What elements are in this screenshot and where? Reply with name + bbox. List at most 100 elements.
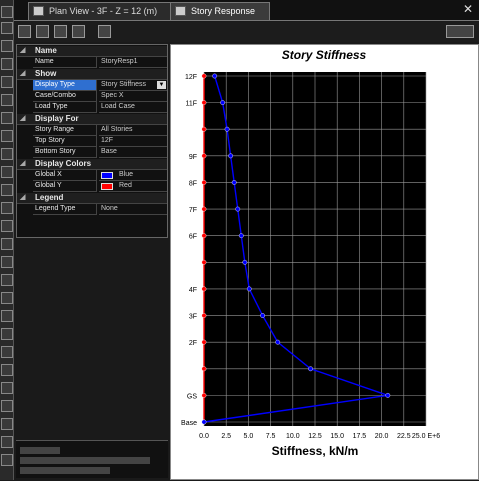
prop-key: Case/Combo xyxy=(33,91,97,102)
tab-plan-view-label: Plan View - 3F - Z = 12 (m) xyxy=(49,6,158,16)
draw-strip-icon[interactable] xyxy=(1,310,13,322)
collapse-icon[interactable]: ◢ xyxy=(20,193,25,203)
draw-developed-elevation-icon[interactable] xyxy=(1,328,13,340)
category-name-label: Name xyxy=(35,46,57,55)
data-point xyxy=(385,392,391,398)
story-tick-label: 9F xyxy=(189,154,197,161)
prop-row-legend-type[interactable]: Legend Type None xyxy=(17,204,167,215)
collapse-icon[interactable]: ◢ xyxy=(20,114,25,124)
category-legend[interactable]: ◢ Legend xyxy=(17,193,167,204)
print-icon[interactable] xyxy=(36,25,49,38)
options-icon[interactable] xyxy=(446,25,474,38)
export-icon[interactable] xyxy=(98,25,111,38)
reshape-tool-icon[interactable] xyxy=(1,22,13,34)
x-tick-label: 2.5 xyxy=(221,433,231,440)
prop-key: Display Type xyxy=(33,80,97,91)
story-response-icon xyxy=(175,6,186,16)
category-display-colors[interactable]: ◢ Display Colors xyxy=(17,159,167,170)
category-display-for-label: Display For xyxy=(35,114,79,123)
prop-value[interactable]: None xyxy=(99,204,167,215)
draw-line-icon[interactable] xyxy=(1,382,13,394)
draw-quick-icon[interactable] xyxy=(1,400,13,412)
prop-value[interactable]: StoryResp1 xyxy=(99,57,167,68)
global-y-color-picker[interactable]: Red xyxy=(99,181,167,192)
data-point xyxy=(235,206,241,212)
category-name[interactable]: ◢ Name xyxy=(17,46,167,57)
tab-strip: Plan View - 3F - Z = 12 (m) Story Respon… xyxy=(14,0,479,21)
pointer-tool-icon[interactable] xyxy=(1,6,13,18)
display-type-dropdown[interactable]: Story Stiffness ▼ xyxy=(99,80,167,91)
description-title xyxy=(20,447,60,454)
collapse-icon[interactable]: ◢ xyxy=(20,159,25,169)
data-point xyxy=(201,259,207,265)
dropdown-value: Story Stiffness xyxy=(101,81,147,88)
prop-value[interactable]: 12F xyxy=(99,136,167,147)
draw-slab-icon[interactable] xyxy=(1,148,13,160)
draw-column-icon[interactable] xyxy=(1,112,13,124)
story-stiffness-chart: Story Stiffness Stiffness, kN/m Base GS 2F… xyxy=(171,45,478,479)
category-show-label: Show xyxy=(35,69,57,78)
collapse-icon[interactable]: ◢ xyxy=(20,69,25,79)
global-x-color-picker[interactable]: Blue xyxy=(99,170,167,181)
x-axis-title: Stiffness, kN/m xyxy=(272,444,359,458)
draw-tendon-icon[interactable] xyxy=(1,292,13,304)
draw-section-cut-icon[interactable] xyxy=(1,274,13,286)
draw-support-icon[interactable] xyxy=(1,220,13,232)
table-icon[interactable] xyxy=(72,25,85,38)
draw-reference-point-icon[interactable] xyxy=(1,346,13,358)
save-icon[interactable] xyxy=(18,25,31,38)
prop-row-display-type[interactable]: Display Type Story Stiffness ▼ xyxy=(17,80,167,91)
tab-story-response[interactable]: Story Response xyxy=(170,2,270,20)
prop-key: Legend Type xyxy=(33,204,97,215)
prop-key: Global X xyxy=(33,170,97,181)
prop-value[interactable]: All Stories xyxy=(99,125,167,136)
prop-row-load-type[interactable]: Load Type Load Case xyxy=(17,102,167,113)
chevron-down-icon[interactable]: ▼ xyxy=(157,81,166,89)
category-display-for[interactable]: ◢ Display For xyxy=(17,114,167,125)
description-line xyxy=(20,457,150,464)
draw-grid-icon[interactable] xyxy=(1,256,13,268)
draw-area-icon[interactable] xyxy=(1,184,13,196)
data-point xyxy=(201,153,207,159)
collapse-icon[interactable]: ◢ xyxy=(20,46,25,56)
chart-title: Story Stiffness xyxy=(282,48,367,62)
close-icon[interactable]: ✕ xyxy=(463,2,473,16)
prop-row-top-story[interactable]: Top Story 12F xyxy=(17,136,167,147)
draw-brace-icon[interactable] xyxy=(1,76,13,88)
prop-row-name[interactable]: Name StoryResp1 xyxy=(17,57,167,68)
snap-icon[interactable] xyxy=(1,436,13,448)
prop-row-global-x[interactable]: Global X Blue xyxy=(17,170,167,181)
data-point xyxy=(201,366,207,372)
tab-plan-view[interactable]: Plan View - 3F - Z = 12 (m) xyxy=(28,2,182,20)
prop-row-story-range[interactable]: Story Range All Stories xyxy=(17,125,167,136)
draw-frame-icon[interactable] xyxy=(1,58,13,70)
prop-value[interactable]: Spec X xyxy=(99,91,167,102)
draw-point-icon[interactable] xyxy=(1,40,13,52)
draw-wall-icon[interactable] xyxy=(1,130,13,142)
prop-value[interactable]: Base xyxy=(99,147,167,158)
category-show[interactable]: ◢ Show xyxy=(17,69,167,80)
x-tick-label: 5.0 xyxy=(244,433,254,440)
select-all-icon[interactable] xyxy=(1,418,13,430)
description-line xyxy=(20,467,110,474)
x-tick-label: 12.5 xyxy=(308,433,322,440)
draw-dimension-icon[interactable] xyxy=(1,238,13,250)
draw-opening-icon[interactable] xyxy=(1,166,13,178)
copy-icon[interactable] xyxy=(54,25,67,38)
x-tick-label: 7.5 xyxy=(266,433,276,440)
draw-link-icon[interactable] xyxy=(1,202,13,214)
prop-row-bottom-story[interactable]: Bottom Story Base xyxy=(17,147,167,158)
prop-value[interactable]: Load Case xyxy=(99,102,167,113)
draw-beam-icon[interactable] xyxy=(1,94,13,106)
snap-options-icon[interactable] xyxy=(1,454,13,466)
prop-key: Global Y xyxy=(33,181,97,192)
tab-story-response-label: Story Response xyxy=(191,6,256,16)
draw-reference-plane-icon[interactable] xyxy=(1,364,13,376)
prop-row-global-y[interactable]: Global Y Red xyxy=(17,181,167,192)
category-display-colors-label: Display Colors xyxy=(35,159,92,168)
prop-row-case-combo[interactable]: Case/Combo Spec X xyxy=(17,91,167,102)
data-point xyxy=(201,313,207,318)
prop-key: Load Type xyxy=(33,102,97,113)
color-name: Red xyxy=(119,182,132,189)
data-point xyxy=(212,73,218,79)
